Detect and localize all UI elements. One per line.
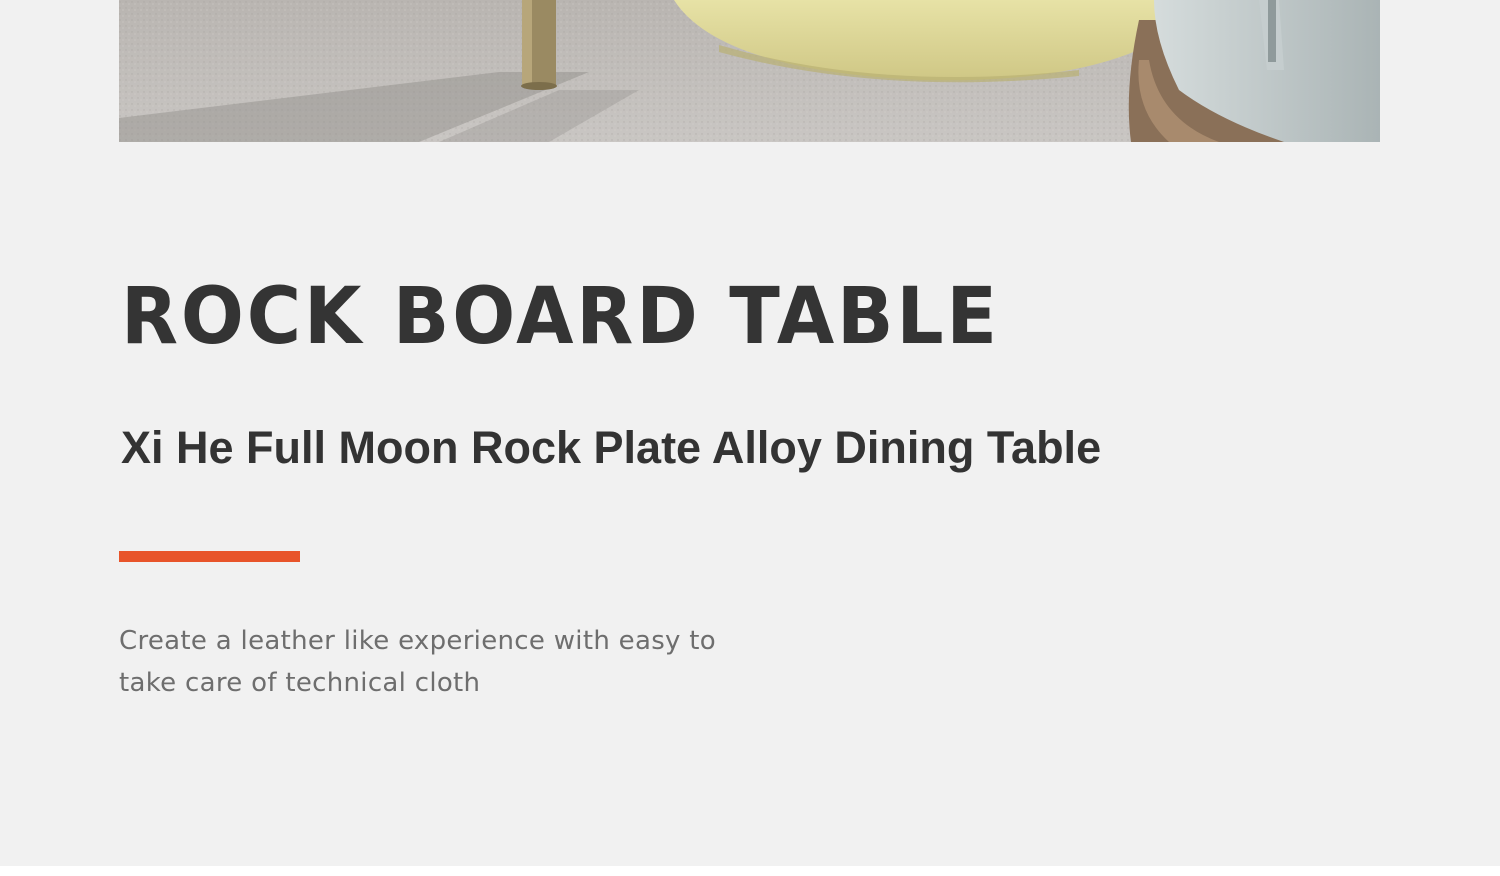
- product-description: Create a leather like experience with ea…: [119, 620, 759, 704]
- product-detail-section: ROCK BOARD TABLE Xi He Full Moon Rock Pl…: [0, 0, 1500, 866]
- accent-divider: [119, 551, 300, 562]
- description-line-1: Create a leather like experience with ea…: [119, 626, 716, 656]
- hero-product-image: [119, 0, 1380, 142]
- product-subtitle: Xi He Full Moon Rock Plate Alloy Dining …: [121, 422, 1102, 473]
- product-headline: ROCK BOARD TABLE: [121, 272, 1000, 362]
- description-line-2: take care of technical cloth: [119, 668, 481, 698]
